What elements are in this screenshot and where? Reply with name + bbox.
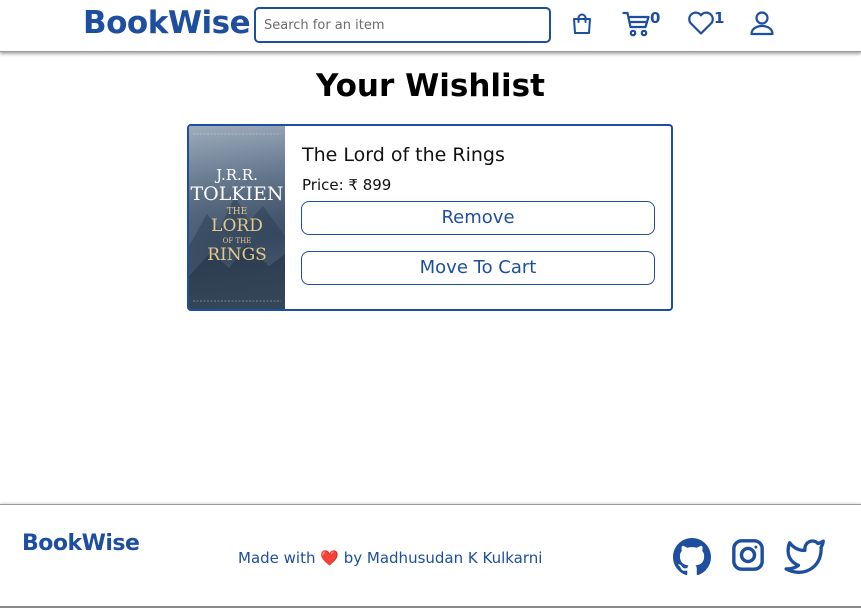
instagram-icon[interactable] bbox=[731, 538, 765, 572]
footer-divider bbox=[0, 606, 861, 608]
shopping-bag-icon[interactable] bbox=[570, 12, 594, 36]
credit-author[interactable]: by Madhusudan K Kulkarni bbox=[344, 549, 543, 567]
wishlist-item-card: J.R.R. TOLKIEN THE LORD OF THE RINGS The… bbox=[187, 124, 673, 311]
cover-author-surname: TOLKIEN bbox=[190, 183, 283, 205]
remove-button[interactable]: Remove bbox=[301, 201, 655, 235]
twitter-icon[interactable] bbox=[783, 538, 825, 574]
user-icon[interactable] bbox=[749, 10, 775, 36]
cover-line-3: OF THE bbox=[223, 237, 252, 245]
brand-logo[interactable]: BookWise bbox=[83, 5, 251, 41]
footer-brand-logo[interactable]: BookWise bbox=[22, 531, 140, 556]
footer-credit: Made with ❤️ by Madhusudan K Kulkarni bbox=[238, 549, 542, 567]
search-input[interactable] bbox=[254, 7, 551, 43]
book-price: Price: ₹ 899 bbox=[302, 176, 392, 194]
credit-prefix: Made with bbox=[238, 549, 316, 567]
book-cover-image: J.R.R. TOLKIEN THE LORD OF THE RINGS bbox=[189, 126, 285, 309]
move-to-cart-button[interactable]: Move To Cart bbox=[301, 251, 655, 285]
heart-icon[interactable] bbox=[687, 10, 715, 36]
cover-author: J.R.R. bbox=[214, 166, 258, 184]
wishlist-count-badge: 1 bbox=[714, 9, 725, 27]
book-title[interactable]: The Lord of the Rings bbox=[302, 144, 505, 166]
page-title: Your Wishlist bbox=[316, 68, 545, 104]
cart-icon[interactable] bbox=[622, 10, 652, 38]
footer: BookWise Made with ❤️ by Madhusudan K Ku… bbox=[0, 504, 861, 609]
heart-emoji-icon: ❤️ bbox=[320, 549, 339, 567]
cover-line-2: LORD bbox=[211, 216, 263, 236]
header: BookWise 0 1 bbox=[0, 0, 861, 52]
github-icon[interactable] bbox=[673, 538, 711, 576]
cart-count-badge: 0 bbox=[650, 9, 661, 27]
cover-line-4: RINGS bbox=[207, 245, 267, 265]
